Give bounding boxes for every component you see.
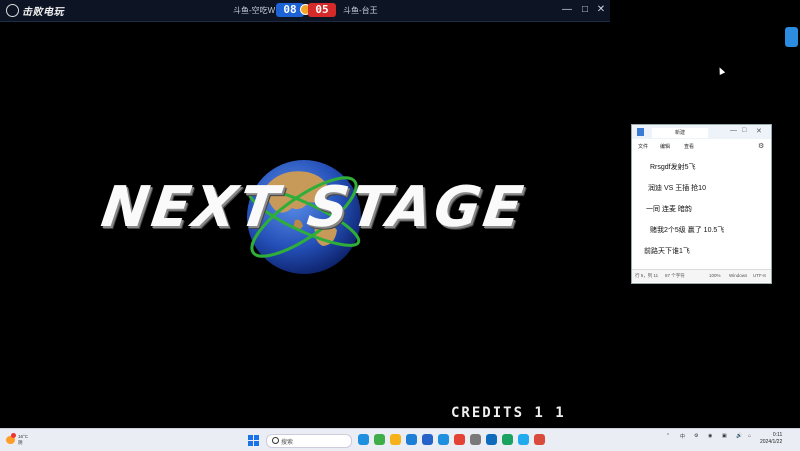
- taskbar-app-icon[interactable]: [454, 434, 465, 445]
- menu-view[interactable]: 查看: [684, 143, 694, 150]
- game-window[interactable]: 击败电玩 斗鱼-空吃W 08 05 斗鱼-台王 — □ ✕ NEXT STAGE…: [0, 0, 610, 428]
- maximize-button[interactable]: □: [742, 127, 746, 134]
- weather-desc: 阴: [18, 440, 23, 445]
- taskbar-app-icon[interactable]: [438, 434, 449, 445]
- score-right: 05: [308, 3, 336, 17]
- tray-chevron-icon[interactable]: ⌃: [666, 433, 670, 439]
- minimize-button[interactable]: —: [730, 127, 737, 134]
- tray-app-icon[interactable]: ▣: [722, 433, 727, 439]
- notepad-tab[interactable]: 新建: [652, 128, 708, 138]
- status-position: 行 5，列 11: [635, 273, 659, 278]
- player-right-name: 斗鱼-台王: [343, 6, 378, 15]
- taskbar-app-icon[interactable]: [470, 434, 481, 445]
- speaker-icon[interactable]: 🔊: [736, 433, 742, 439]
- gear-icon[interactable]: ⚙: [758, 142, 764, 150]
- taskbar-app-icon[interactable]: [486, 434, 497, 445]
- maximize-button[interactable]: □: [578, 4, 592, 16]
- menu-edit[interactable]: 编辑: [660, 143, 670, 150]
- side-panel-tab[interactable]: [785, 27, 798, 47]
- taskbar-app-icon[interactable]: [502, 434, 513, 445]
- taskbar-app-icon[interactable]: [406, 434, 417, 445]
- notepad-statusbar: 行 5，列 11 87 个字符 100% Windows UTF-8: [632, 269, 771, 282]
- taskbar-app-icon[interactable]: [518, 434, 529, 445]
- notepad-icon: [637, 128, 644, 136]
- minimize-button[interactable]: —: [560, 4, 574, 16]
- credits-text: CREDITS 1 1: [451, 405, 566, 421]
- status-zoom: 100%: [709, 273, 721, 278]
- taskbar-app-icon[interactable]: [422, 434, 433, 445]
- taskbar-app-icon[interactable]: [358, 434, 369, 445]
- tray-ime[interactable]: 中: [680, 433, 685, 440]
- text-line: 前路天下谁1飞: [644, 248, 690, 255]
- text-line: 润迪 VS 王插 抢10: [648, 185, 706, 192]
- notepad-titlebar[interactable]: 新建 — □ ✕: [632, 125, 771, 139]
- close-button[interactable]: ✕: [756, 127, 762, 135]
- stage-text: STAGE: [303, 175, 530, 240]
- tray-app-icon[interactable]: ◉: [708, 433, 712, 439]
- taskbar-search[interactable]: 搜索: [266, 434, 352, 448]
- game-titlebar[interactable]: 击败电玩 斗鱼-空吃W 08 05 斗鱼-台王 — □ ✕: [0, 0, 610, 22]
- game-screen[interactable]: NEXT STAGE CREDITS 1 1: [0, 22, 610, 428]
- notepad-text-area[interactable]: Rrsgdf发射5飞 润迪 VS 王插 抢10 一同 连麦 暗韵 赌我2个5级 …: [632, 155, 771, 267]
- player-left-name: 斗鱼-空吃W: [233, 6, 276, 15]
- search-icon: [272, 437, 279, 444]
- logo-icon: [6, 4, 19, 17]
- text-line: 一同 连麦 暗韵: [646, 206, 692, 213]
- next-text: NEXT: [97, 175, 286, 240]
- network-icon[interactable]: ⌂: [748, 433, 751, 439]
- notepad-window[interactable]: 新建 — □ ✕ 文件 编辑 查看 ⚙ Rrsgdf发射5飞 润迪 VS 王插 …: [631, 124, 772, 284]
- notification-badge: [11, 433, 16, 438]
- text-line: 赌我2个5级 赢了 10.5飞: [650, 227, 725, 234]
- taskbar-app-icon[interactable]: [374, 434, 385, 445]
- text-line: Rrsgdf发射5飞: [650, 164, 696, 171]
- status-encoding: UTF-8: [753, 273, 766, 278]
- app-logo: 击败电玩: [6, 3, 64, 18]
- tray-app-icon[interactable]: ⚙: [694, 433, 698, 439]
- status-eol: Windows: [729, 273, 748, 278]
- app-name: 击败电玩: [22, 7, 64, 18]
- status-chars: 87 个字符: [665, 273, 685, 278]
- weather-widget[interactable]: 16°C 阴: [6, 433, 34, 447]
- taskbar-app-icon[interactable]: [390, 434, 401, 445]
- mouse-cursor-icon: [716, 66, 726, 75]
- taskbar-app-icon[interactable]: [534, 434, 545, 445]
- clock[interactable]: 0:11 2024/1/22: [760, 432, 782, 446]
- close-button[interactable]: ✕: [594, 4, 608, 16]
- clock-date: 2024/1/22: [760, 439, 783, 445]
- menu-file[interactable]: 文件: [638, 143, 648, 150]
- search-placeholder: 搜索: [281, 440, 294, 446]
- taskbar: 16°C 阴 搜索 ⌃ 中 ⚙ ◉ ▣ 🔊 ⌂ 0:11 2024/1/22: [0, 428, 800, 451]
- clock-time: 0:11: [772, 432, 783, 438]
- start-button[interactable]: [248, 435, 259, 446]
- notepad-menu: 文件 编辑 查看: [632, 141, 771, 152]
